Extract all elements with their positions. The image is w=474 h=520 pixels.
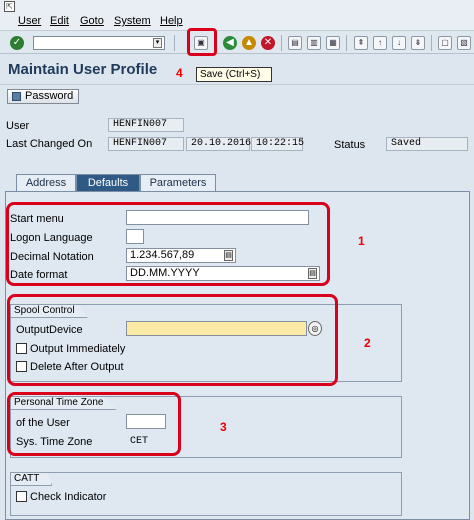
last-page-icon[interactable]: ⇟: [411, 36, 425, 50]
tab-defaults[interactable]: Defaults: [76, 174, 140, 192]
date-format-value: DD.MM.YYYY: [130, 267, 200, 279]
decimal-notation-select[interactable]: 1.234.567,89 ▤: [126, 248, 236, 263]
catt-title: CATT: [11, 473, 53, 486]
command-field[interactable]: ▾: [33, 36, 165, 50]
enter-check-icon[interactable]: ✓: [10, 36, 24, 50]
annotation-4: 4: [176, 66, 183, 80]
delete-after-output-label: Delete After Output: [30, 361, 124, 373]
of-the-user-label: of the User: [16, 417, 70, 429]
check-indicator-label: Check Indicator: [30, 491, 107, 503]
find-icon[interactable]: ▥: [307, 36, 321, 50]
decimal-notation-value: 1.234.567,89: [130, 249, 195, 261]
toolbar-separator: [346, 35, 347, 51]
standard-toolbar: ✓ ▾ ▣ ◀ ▲ ✕ ▤ ▥ ▦ ⇞ ↑ ↓ ⇟ ▢ ▧: [0, 30, 474, 54]
next-page-icon[interactable]: ↓: [392, 36, 406, 50]
annotation-3: 3: [220, 420, 227, 434]
menu-goto[interactable]: Goto: [80, 15, 104, 27]
menu-system[interactable]: System: [114, 15, 151, 27]
application-toolbar: Password: [0, 84, 474, 106]
save-tooltip: Save (Ctrl+S): [196, 67, 272, 82]
logon-language-input[interactable]: [126, 229, 144, 244]
menu-user[interactable]: User: [18, 15, 41, 27]
personal-time-zone-title: Personal Time Zone: [11, 397, 117, 410]
user-label: User: [6, 120, 30, 132]
command-history-dropdown-icon[interactable]: ▾: [153, 38, 162, 48]
back-icon[interactable]: ◀: [223, 36, 237, 50]
menu-edit[interactable]: Edit: [50, 15, 69, 27]
window-titlebar: ⇱: [0, 0, 474, 14]
date-format-label: Date format: [10, 269, 68, 281]
menu-help[interactable]: Help: [160, 15, 183, 27]
output-immediately-label: Output Immediately: [30, 343, 126, 355]
output-device-label: OutputDevice: [16, 324, 83, 336]
find-next-icon[interactable]: ▦: [326, 36, 340, 50]
sys-time-zone-label: Sys. Time Zone: [16, 436, 93, 448]
tab-parameters[interactable]: Parameters: [140, 174, 216, 192]
output-device-search-icon[interactable]: ◎: [308, 321, 322, 336]
output-device-input[interactable]: [126, 321, 307, 336]
dropdown-icon[interactable]: ▤: [224, 250, 233, 261]
annotation-1: 1: [358, 234, 365, 248]
dropdown-icon[interactable]: ▤: [308, 268, 317, 279]
start-menu-label: Start menu: [10, 213, 64, 225]
toolbar-separator: [174, 35, 175, 51]
delete-after-output-checkbox[interactable]: [16, 361, 27, 372]
last-changed-label: Last Changed On: [6, 138, 93, 150]
start-menu-input[interactable]: [126, 210, 309, 225]
new-session-icon[interactable]: ▢: [438, 36, 452, 50]
check-indicator-checkbox[interactable]: [16, 491, 27, 502]
user-time-zone-input[interactable]: [126, 414, 166, 429]
last-changed-user: HENFIN007: [108, 137, 184, 151]
annotation-2: 2: [364, 336, 371, 350]
toolbar-separator: [281, 35, 282, 51]
user-value: HENFIN007: [108, 118, 184, 132]
shortcut-icon[interactable]: ▧: [457, 36, 471, 50]
save-icon[interactable]: ▣: [194, 36, 208, 50]
tab-address[interactable]: Address: [16, 174, 76, 192]
password-button-label: Password: [25, 90, 74, 102]
password-icon: [12, 92, 21, 101]
page-title: Maintain User Profile: [8, 61, 158, 78]
last-changed-time: 10:22:15: [251, 137, 304, 151]
last-changed-date: 20.10.2016: [186, 137, 251, 151]
spool-control-title: Spool Control: [11, 305, 88, 318]
logon-language-label: Logon Language: [10, 232, 93, 244]
print-icon[interactable]: ▤: [288, 36, 302, 50]
output-immediately-checkbox[interactable]: [16, 343, 27, 354]
first-page-icon[interactable]: ⇞: [354, 36, 368, 50]
decimal-notation-label: Decimal Notation: [10, 251, 94, 263]
toolbar-separator: [431, 35, 432, 51]
password-button[interactable]: Password: [7, 89, 79, 104]
status-label: Status: [334, 139, 366, 151]
exit-icon[interactable]: ▲: [242, 36, 256, 50]
sys-time-zone-value: CET: [130, 436, 149, 447]
menu-bar: User Edit Goto System Help: [0, 14, 474, 30]
status-value: Saved: [386, 137, 468, 151]
date-format-select[interactable]: DD.MM.YYYY ▤: [126, 266, 320, 281]
prev-page-icon[interactable]: ↑: [373, 36, 387, 50]
app-icon[interactable]: ⇱: [4, 1, 15, 12]
tab-strip: Address Defaults Parameters: [0, 174, 474, 192]
cancel-icon[interactable]: ✕: [261, 36, 275, 50]
